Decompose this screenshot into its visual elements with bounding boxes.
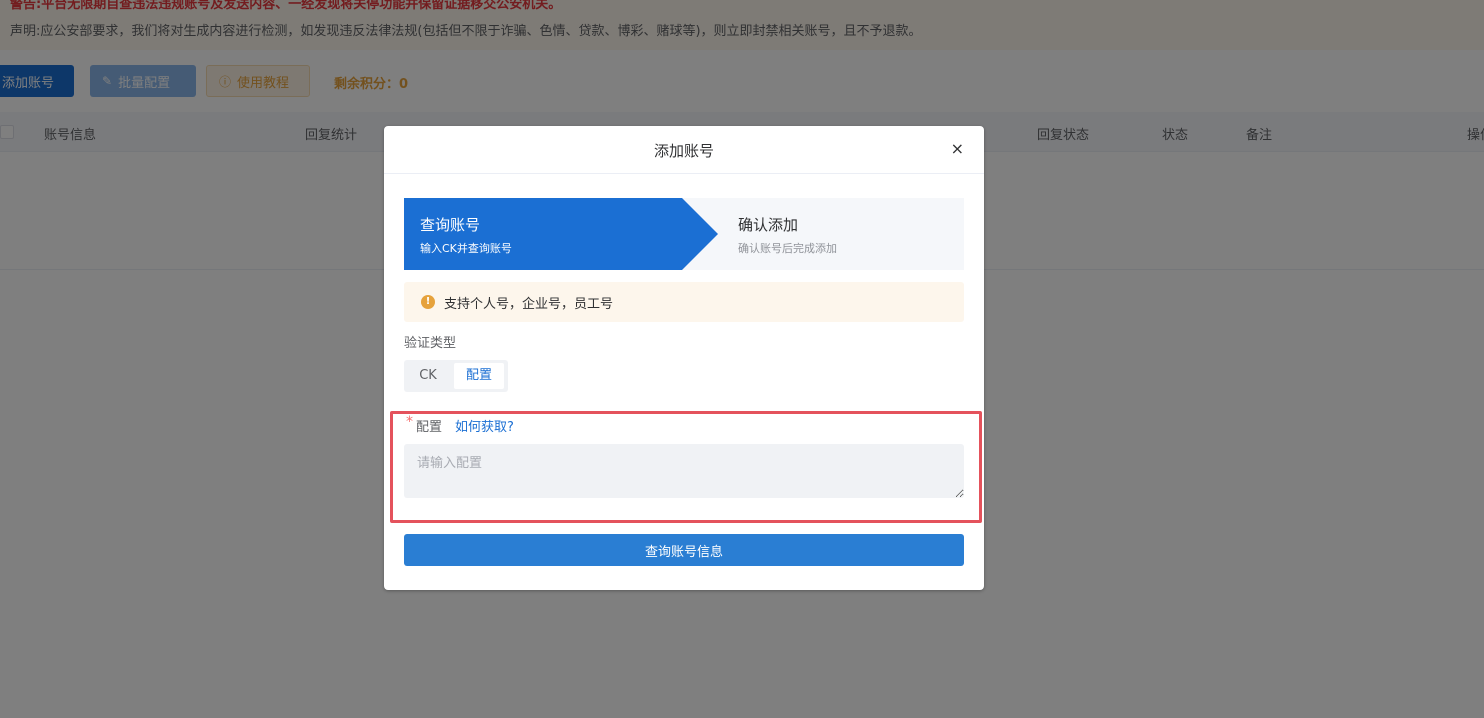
config-field-label: 配置 [416,420,443,435]
close-icon[interactable]: × [951,140,964,158]
alert-text: 支持个人号，企业号，员工号 [444,297,614,312]
dialog-header: 添加账号 × [384,126,984,174]
add-account-dialog: 添加账号 × 查询账号 输入CK并查询账号 确认添加 确认账号后完成添加 ! 支… [384,126,984,590]
info-alert: ! 支持个人号，企业号，员工号 [404,282,964,322]
required-mark: * [406,414,413,430]
verify-type-label: 验证类型 [404,336,457,351]
config-textarea[interactable] [404,444,964,498]
step-2-subtitle: 确认账号后完成添加 [738,242,837,255]
step-1-title: 查询账号 [420,216,481,234]
dialog-title: 添加账号 [653,142,714,160]
verify-option-config[interactable]: 配置 [454,363,504,389]
steps-bar: 查询账号 输入CK并查询账号 确认添加 确认账号后完成添加 [404,198,964,270]
step-2-title: 确认添加 [738,216,799,234]
how-to-get-link[interactable]: 如何获取? [455,416,514,435]
step-1-subtitle: 输入CK并查询账号 [420,242,512,255]
exclamation-icon: ! [421,295,435,309]
step-query-account: 查询账号 输入CK并查询账号 [404,198,718,270]
verify-type-segmented: CK 配置 [404,360,508,392]
verify-option-ck[interactable]: CK [408,363,448,389]
query-account-button[interactable]: 查询账号信息 [404,534,964,566]
